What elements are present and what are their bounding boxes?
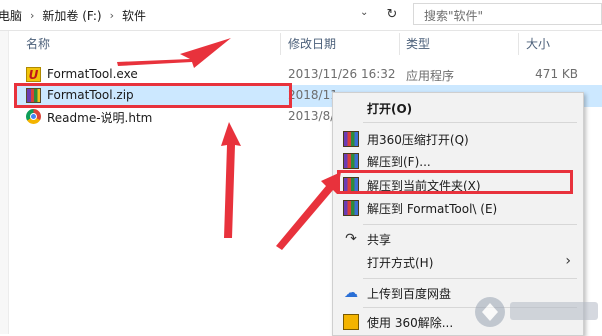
exe-icon: U <box>26 67 41 82</box>
chevron-right-icon: › <box>30 9 35 22</box>
column-header-type[interactable]: 类型 <box>406 31 430 57</box>
menu-item-label: 解压到(F)... <box>367 155 431 169</box>
search-placeholder: 搜索"软件" <box>424 9 484 23</box>
breadcrumb: 此电脑 › 新加卷 (F:) › 软件 <box>0 7 146 24</box>
menu-item-label: 上传到百度网盘 <box>367 287 452 301</box>
annotation-box-zip <box>14 83 292 108</box>
file-size: 471 KB <box>535 67 578 81</box>
menu-item-extract-to[interactable]: 解压到(F)... <box>333 150 581 172</box>
refresh-icon[interactable]: ↻ <box>383 6 401 24</box>
breadcrumb-drive[interactable]: 新加卷 (F:) <box>42 7 101 24</box>
360-icon <box>343 314 359 330</box>
menu-item-label: 使用 360解除... <box>367 316 454 330</box>
menu-item-open[interactable]: 打开(O) <box>333 97 581 119</box>
menu-item-label: 解压到 FormatTool\ (E) <box>367 202 498 216</box>
menu-item-share[interactable]: ↷ 共享 <box>333 228 581 250</box>
annotation-box-extract-here <box>337 170 573 194</box>
menu-item-label: 共享 <box>367 233 392 247</box>
search-input[interactable]: 搜索"软件" <box>413 3 602 25</box>
chevron-down-icon[interactable]: ⌄ <box>360 7 368 18</box>
column-header-name[interactable]: 名称 <box>26 31 50 57</box>
watermark-logo <box>475 297 598 327</box>
menu-item-label: 打开方式(H) <box>367 256 434 270</box>
menu-item-open-with[interactable]: 打开方式(H) › <box>333 251 581 273</box>
file-name: Readme-说明.htm <box>47 111 153 125</box>
menu-item-extract-folder[interactable]: 解压到 FormatTool\ (E) <box>333 197 581 219</box>
menu-item-label: 打开(O) <box>367 102 413 116</box>
menu-separator <box>363 224 577 225</box>
archive-icon <box>343 200 359 216</box>
file-name: FormatTool.exe <box>47 67 138 81</box>
chevron-right-icon: › <box>109 9 115 22</box>
column-divider[interactable] <box>518 33 519 55</box>
chrome-icon <box>26 109 41 124</box>
menu-separator <box>363 278 577 279</box>
file-date: 2013/11/26 16:32 <box>288 67 396 81</box>
file-date: 2018/11 <box>288 88 338 102</box>
breadcrumb-folder[interactable]: 软件 <box>122 7 146 24</box>
menu-separator <box>363 122 577 123</box>
column-header-date[interactable]: 修改日期 <box>288 31 336 57</box>
share-icon: ↷ <box>345 231 357 247</box>
navigation-pane <box>0 31 9 334</box>
archive-icon <box>343 153 359 169</box>
chevron-right-icon: › <box>565 253 571 269</box>
menu-item-label: 用360压缩打开(Q) <box>367 133 469 147</box>
baidu-cloud-icon: ☁ <box>344 285 358 301</box>
address-bar: 此电脑 › 新加卷 (F:) › 软件 ⌄ ↻ 搜索"软件" <box>0 0 602 31</box>
archive-icon <box>343 131 359 147</box>
breadcrumb-this-pc[interactable]: 此电脑 <box>0 7 22 24</box>
menu-item-open-360[interactable]: 用360压缩打开(Q) <box>333 128 581 150</box>
file-date: 2013/8/ <box>288 109 335 123</box>
column-header-size[interactable]: 大小 <box>526 31 550 57</box>
column-divider[interactable] <box>399 33 400 55</box>
annotation-arrow-to-zip <box>221 122 241 238</box>
file-type: 应用程序 <box>406 69 455 83</box>
column-divider[interactable] <box>280 33 281 55</box>
